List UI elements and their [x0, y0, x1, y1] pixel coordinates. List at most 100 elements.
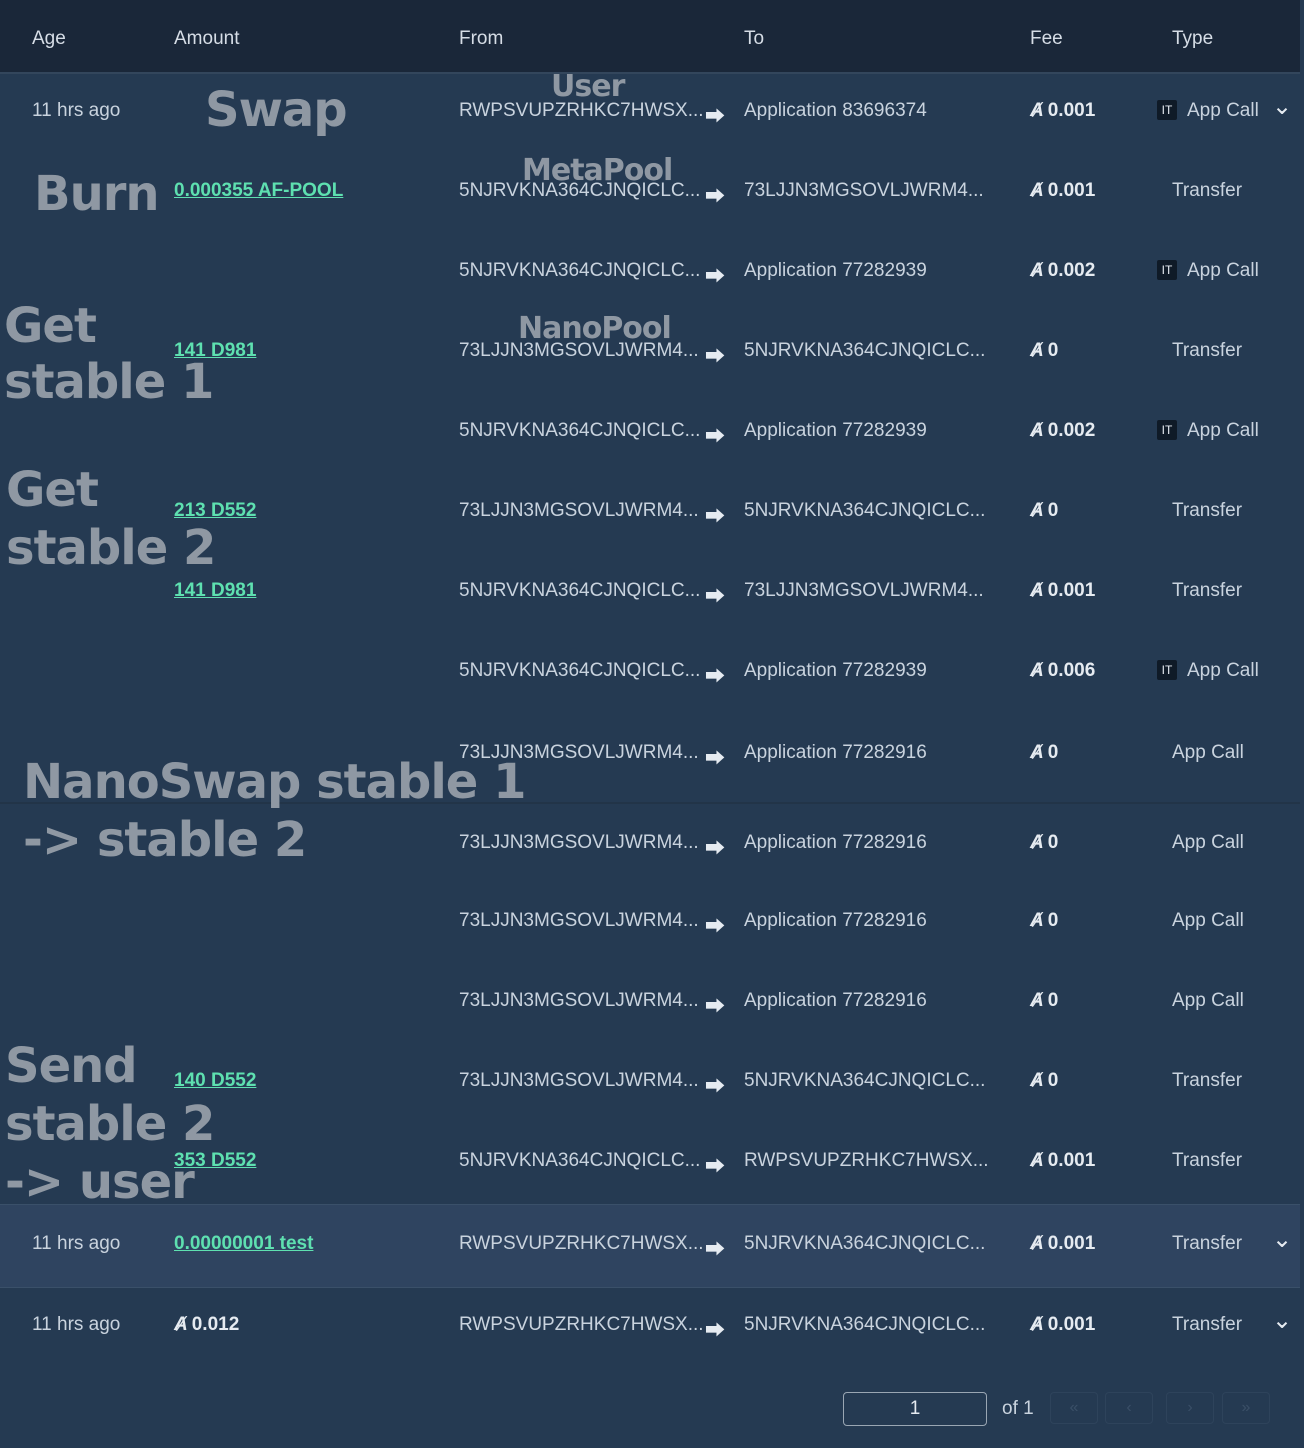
table-row[interactable]: 73LJJN3MGSOVLJWRM4... ⮕ Application 772829…: [0, 882, 1300, 962]
to-address-link[interactable]: 5NJRVKNA364CJNQICLC...: [744, 500, 985, 522]
amount-link-cell: 0.000355 AF-POOL: [174, 180, 343, 202]
annotation-nanopool: NanoPool: [518, 311, 672, 346]
fee-value: 0: [1047, 990, 1059, 1011]
from-address-link[interactable]: 73LJJN3MGSOVLJWRM4...: [459, 990, 699, 1012]
amount-link-cell: 140 D552: [174, 1070, 256, 1092]
algo-icon: Ⱥ: [1030, 100, 1044, 121]
type-label: App Call: [1172, 742, 1244, 763]
chevron-down-icon[interactable]: ⌄: [1272, 1225, 1292, 1254]
annotation-swap: Swap: [205, 82, 348, 138]
to-address-link[interactable]: 73LJJN3MGSOVLJWRM4...: [744, 580, 984, 602]
fee-value: 0: [1047, 1070, 1059, 1091]
from-address-link[interactable]: 5NJRVKNA364CJNQICLC...: [459, 260, 700, 282]
arrow-right-icon: ⮕: [705, 1239, 725, 1261]
header-amount: Amount: [174, 28, 240, 49]
fee-cell: Ⱥ0: [1030, 910, 1058, 932]
type-cell: Transfer: [1172, 1150, 1242, 1172]
type-label: Transfer: [1172, 580, 1243, 601]
to-address-link[interactable]: Application 77282939: [744, 260, 927, 282]
asset-link[interactable]: 0.00000001 test: [174, 1233, 313, 1254]
amount-link-cell: 213 D552: [174, 500, 256, 522]
from-address-link[interactable]: 73LJJN3MGSOVLJWRM4...: [459, 1070, 699, 1092]
next-page-button[interactable]: ›: [1166, 1392, 1214, 1424]
algo-icon: Ⱥ: [1030, 500, 1044, 521]
inner-txn-badge-icon: IT: [1157, 100, 1177, 120]
type-label: Transfer: [1172, 1314, 1243, 1335]
chevron-down-icon[interactable]: ⌄: [1272, 1306, 1292, 1335]
annotation-send-line2: stable 2: [5, 1096, 215, 1152]
from-address-link[interactable]: RWPSVUPZRHKC7HWSX...: [459, 1314, 704, 1336]
inner-txn-badge-icon: IT: [1157, 260, 1177, 280]
to-address-link[interactable]: RWPSVUPZRHKC7HWSX...: [744, 1150, 989, 1172]
table-row[interactable]: 5NJRVKNA364CJNQICLC... ⮕ Application 77282…: [0, 232, 1300, 312]
page-number-input[interactable]: 1: [843, 1392, 987, 1426]
algo-icon: Ⱥ: [174, 1314, 188, 1335]
algo-icon: Ⱥ: [1030, 660, 1044, 681]
algo-icon: Ⱥ: [1030, 832, 1044, 853]
from-address-link[interactable]: 5NJRVKNA364CJNQICLC...: [459, 420, 700, 442]
table-row[interactable]: 11 hrs ago RWPSVUPZRHKC7HWSX... ⮕ Applicati…: [0, 72, 1300, 152]
to-address-link[interactable]: Application 77282939: [744, 660, 927, 682]
type-label: Transfer: [1172, 340, 1243, 361]
fee-value: 0.001: [1047, 100, 1096, 121]
header-to: To: [744, 28, 765, 49]
to-address-link[interactable]: 5NJRVKNA364CJNQICLC...: [744, 1314, 985, 1336]
annotation-get-stable-1-line2: stable 1: [4, 354, 214, 410]
header-fee: Fee: [1030, 28, 1063, 49]
from-address-link[interactable]: 73LJJN3MGSOVLJWRM4...: [459, 910, 699, 932]
from-address-link[interactable]: 73LJJN3MGSOVLJWRM4...: [459, 832, 699, 854]
fee-value: 0.002: [1047, 260, 1096, 281]
to-address-link[interactable]: 5NJRVKNA364CJNQICLC...: [744, 1233, 985, 1255]
first-page-button[interactable]: «: [1050, 1392, 1098, 1424]
age-cell: 11 hrs ago: [32, 1314, 121, 1335]
table-row[interactable]: 73LJJN3MGSOVLJWRM4... ⮕ Application 772829…: [0, 962, 1300, 1042]
type-label: Transfer: [1172, 180, 1243, 201]
table-row[interactable]: 5NJRVKNA364CJNQICLC... ⮕ Application 77282…: [0, 632, 1300, 712]
type-label: App Call: [1172, 832, 1244, 853]
type-label: Transfer: [1172, 1233, 1243, 1254]
asset-link[interactable]: 0.000355 AF-POOL: [174, 180, 343, 201]
fee-cell: Ⱥ 0.001: [1030, 180, 1095, 202]
asset-link[interactable]: 141 D981: [174, 580, 256, 601]
asset-link[interactable]: 140 D552: [174, 1070, 256, 1091]
type-cell: Transfer: [1172, 1070, 1242, 1092]
fee-cell: Ⱥ0: [1030, 832, 1058, 854]
algo-icon: Ⱥ: [1030, 1233, 1044, 1254]
fee-value: 0.001: [1047, 1314, 1096, 1335]
to-address-link[interactable]: Application 77282916: [744, 742, 927, 764]
type-label: Transfer: [1172, 500, 1243, 521]
inner-txn-badge-icon: IT: [1157, 660, 1177, 680]
to-address-link[interactable]: Application 77282939: [744, 420, 927, 442]
from-address-link[interactable]: RWPSVUPZRHKC7HWSX...: [459, 1233, 704, 1255]
chevron-down-icon[interactable]: ⌄: [1272, 92, 1292, 121]
fee-value: 0.002: [1047, 420, 1096, 441]
annotation-nanoswap-line2: -> stable 2: [23, 812, 307, 868]
type-label: Transfer: [1172, 1070, 1243, 1091]
arrow-right-icon: ⮕: [705, 186, 725, 208]
type-cell: IT App Call: [1157, 660, 1259, 682]
to-address-link[interactable]: Application 77282916: [744, 910, 927, 932]
from-address-link[interactable]: 5NJRVKNA364CJNQICLC...: [459, 1150, 700, 1172]
from-address-link[interactable]: 5NJRVKNA364CJNQICLC...: [459, 580, 700, 602]
to-address-link[interactable]: Application 77282916: [744, 990, 927, 1012]
fee-value: 0: [1047, 500, 1059, 521]
arrow-right-icon: ⮕: [705, 666, 725, 688]
table-row[interactable]: 11 hrs ago 0.00000001 test RWPSVUPZRHKC7HW…: [0, 1204, 1300, 1288]
fee-cell: Ⱥ 0.002: [1030, 420, 1095, 442]
from-address-link[interactable]: 5NJRVKNA364CJNQICLC...: [459, 660, 700, 682]
last-page-button[interactable]: »: [1222, 1392, 1270, 1424]
fee-cell: Ⱥ 0.001: [1030, 1314, 1095, 1336]
type-label: App Call: [1187, 260, 1259, 281]
from-address-link[interactable]: 73LJJN3MGSOVLJWRM4...: [459, 500, 699, 522]
arrow-right-icon: ⮕: [705, 1076, 725, 1098]
table-row[interactable]: 11 hrs ago Ⱥ 0.012 RWPSVUPZRHKC7HWSX... ⮕ 5NJ…: [0, 1286, 1300, 1366]
fee-value: 0.001: [1047, 1150, 1096, 1171]
asset-link[interactable]: 213 D552: [174, 500, 256, 521]
age-cell: 11 hrs ago: [32, 1233, 121, 1254]
to-address-link[interactable]: 5NJRVKNA364CJNQICLC...: [744, 340, 985, 362]
to-address-link[interactable]: Application 77282916: [744, 832, 927, 854]
to-address-link[interactable]: 73LJJN3MGSOVLJWRM4...: [744, 180, 984, 202]
prev-page-button[interactable]: ‹: [1105, 1392, 1153, 1424]
to-address-link[interactable]: 5NJRVKNA364CJNQICLC...: [744, 1070, 985, 1092]
to-address-link[interactable]: Application 83696374: [744, 100, 927, 122]
